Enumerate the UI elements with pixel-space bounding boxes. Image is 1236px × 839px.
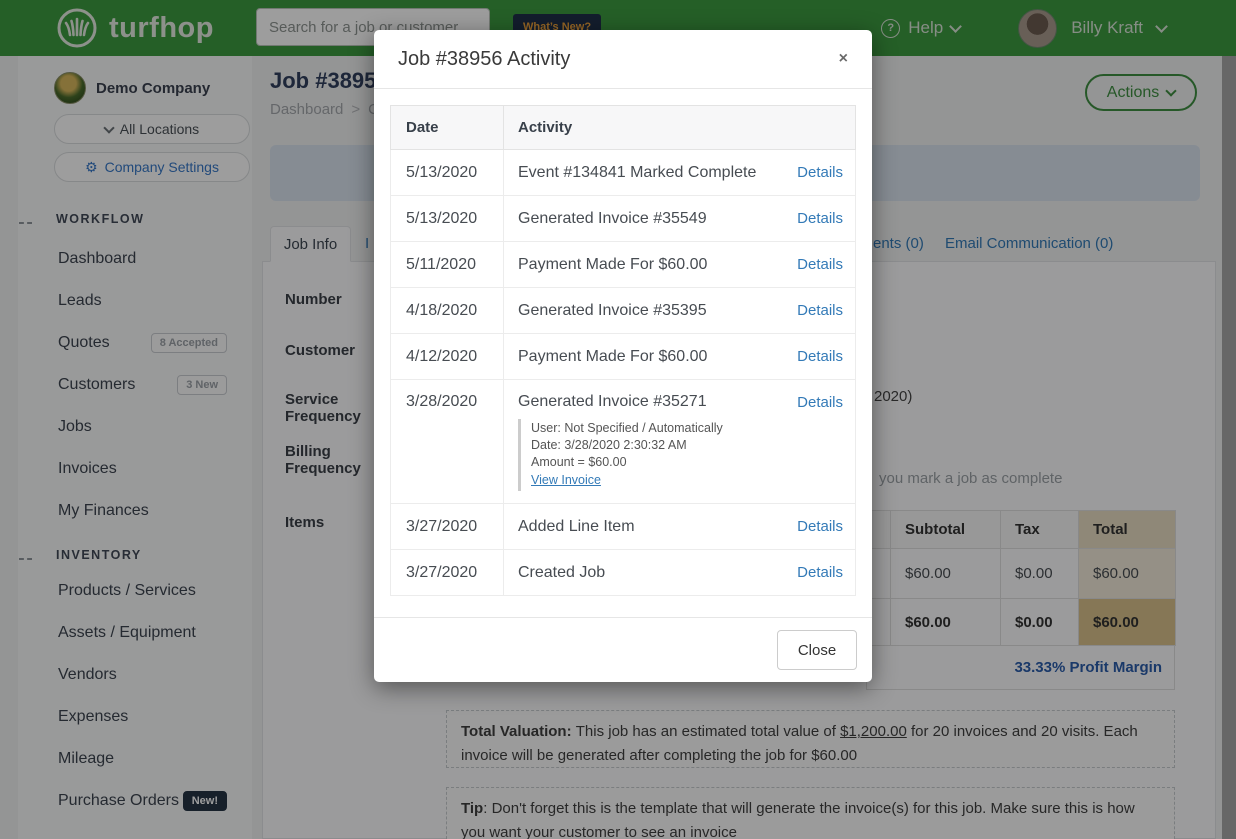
activity-date: 5/13/2020 bbox=[391, 150, 504, 196]
activity-text: Event #134841 Marked Complete bbox=[518, 164, 756, 182]
activity-row: 3/27/2020 Added Line Item Details bbox=[391, 504, 856, 550]
activity-date: 5/13/2020 bbox=[391, 196, 504, 242]
details-link[interactable]: Details bbox=[797, 164, 843, 181]
activity-table: Date Activity 5/13/2020 Event #134841 Ma… bbox=[390, 105, 856, 596]
activity-row-expanded: 3/28/2020 Generated Invoice #35271 Detail… bbox=[391, 380, 856, 504]
modal-header: Job #38956 Activity × bbox=[374, 30, 872, 89]
details-link[interactable]: Details bbox=[797, 348, 843, 365]
activity-date: 4/18/2020 bbox=[391, 288, 504, 334]
activity-date: 4/12/2020 bbox=[391, 334, 504, 380]
activity-text: Generated Invoice #35271 bbox=[518, 393, 707, 411]
app-root: turfhop What’s New? ? Help Billy Kraft D… bbox=[0, 0, 1236, 839]
detail-date: Date: 3/28/2020 2:30:32 AM bbox=[531, 437, 843, 454]
activity-text: Payment Made For $60.00 bbox=[518, 348, 707, 366]
detail-user: User: Not Specified / Automatically bbox=[531, 420, 843, 437]
activity-row: 4/18/2020 Generated Invoice #35395 Detail… bbox=[391, 288, 856, 334]
activity-header-date: Date bbox=[391, 106, 504, 150]
activity-text: Generated Invoice #35395 bbox=[518, 302, 707, 320]
activity-date: 5/11/2020 bbox=[391, 242, 504, 288]
activity-row: 4/12/2020 Payment Made For $60.00 Details bbox=[391, 334, 856, 380]
modal-title: Job #38956 Activity bbox=[398, 48, 570, 71]
activity-text: Created Job bbox=[518, 564, 605, 582]
view-invoice-link[interactable]: View Invoice bbox=[531, 472, 601, 489]
details-link[interactable]: Details bbox=[797, 518, 843, 535]
activity-text: Added Line Item bbox=[518, 518, 635, 536]
close-button[interactable]: Close bbox=[777, 630, 857, 670]
activity-row: 5/11/2020 Payment Made For $60.00 Details bbox=[391, 242, 856, 288]
activity-header-activity: Activity bbox=[504, 106, 856, 150]
details-link[interactable]: Details bbox=[797, 394, 843, 411]
activity-text: Generated Invoice #35549 bbox=[518, 210, 707, 228]
activity-date: 3/27/2020 bbox=[391, 504, 504, 550]
job-activity-modal: Job #38956 Activity × Date Activity 5/13… bbox=[374, 30, 872, 682]
close-icon[interactable]: × bbox=[839, 51, 848, 67]
details-link[interactable]: Details bbox=[797, 210, 843, 227]
modal-body: Date Activity 5/13/2020 Event #134841 Ma… bbox=[374, 89, 872, 617]
activity-row: 5/13/2020 Generated Invoice #35549 Detail… bbox=[391, 196, 856, 242]
activity-detail-block: User: Not Specified / Automatically Date… bbox=[518, 419, 843, 491]
details-link[interactable]: Details bbox=[797, 256, 843, 273]
detail-amount: Amount = $60.00 bbox=[531, 454, 843, 471]
details-link[interactable]: Details bbox=[797, 564, 843, 581]
activity-date: 3/27/2020 bbox=[391, 550, 504, 596]
activity-row: 3/27/2020 Created Job Details bbox=[391, 550, 856, 596]
activity-header-row: Date Activity bbox=[391, 106, 856, 150]
activity-date: 3/28/2020 bbox=[391, 380, 504, 504]
modal-footer: Close bbox=[374, 617, 872, 682]
activity-row: 5/13/2020 Event #134841 Marked Complete D… bbox=[391, 150, 856, 196]
activity-text: Payment Made For $60.00 bbox=[518, 256, 707, 274]
details-link[interactable]: Details bbox=[797, 302, 843, 319]
